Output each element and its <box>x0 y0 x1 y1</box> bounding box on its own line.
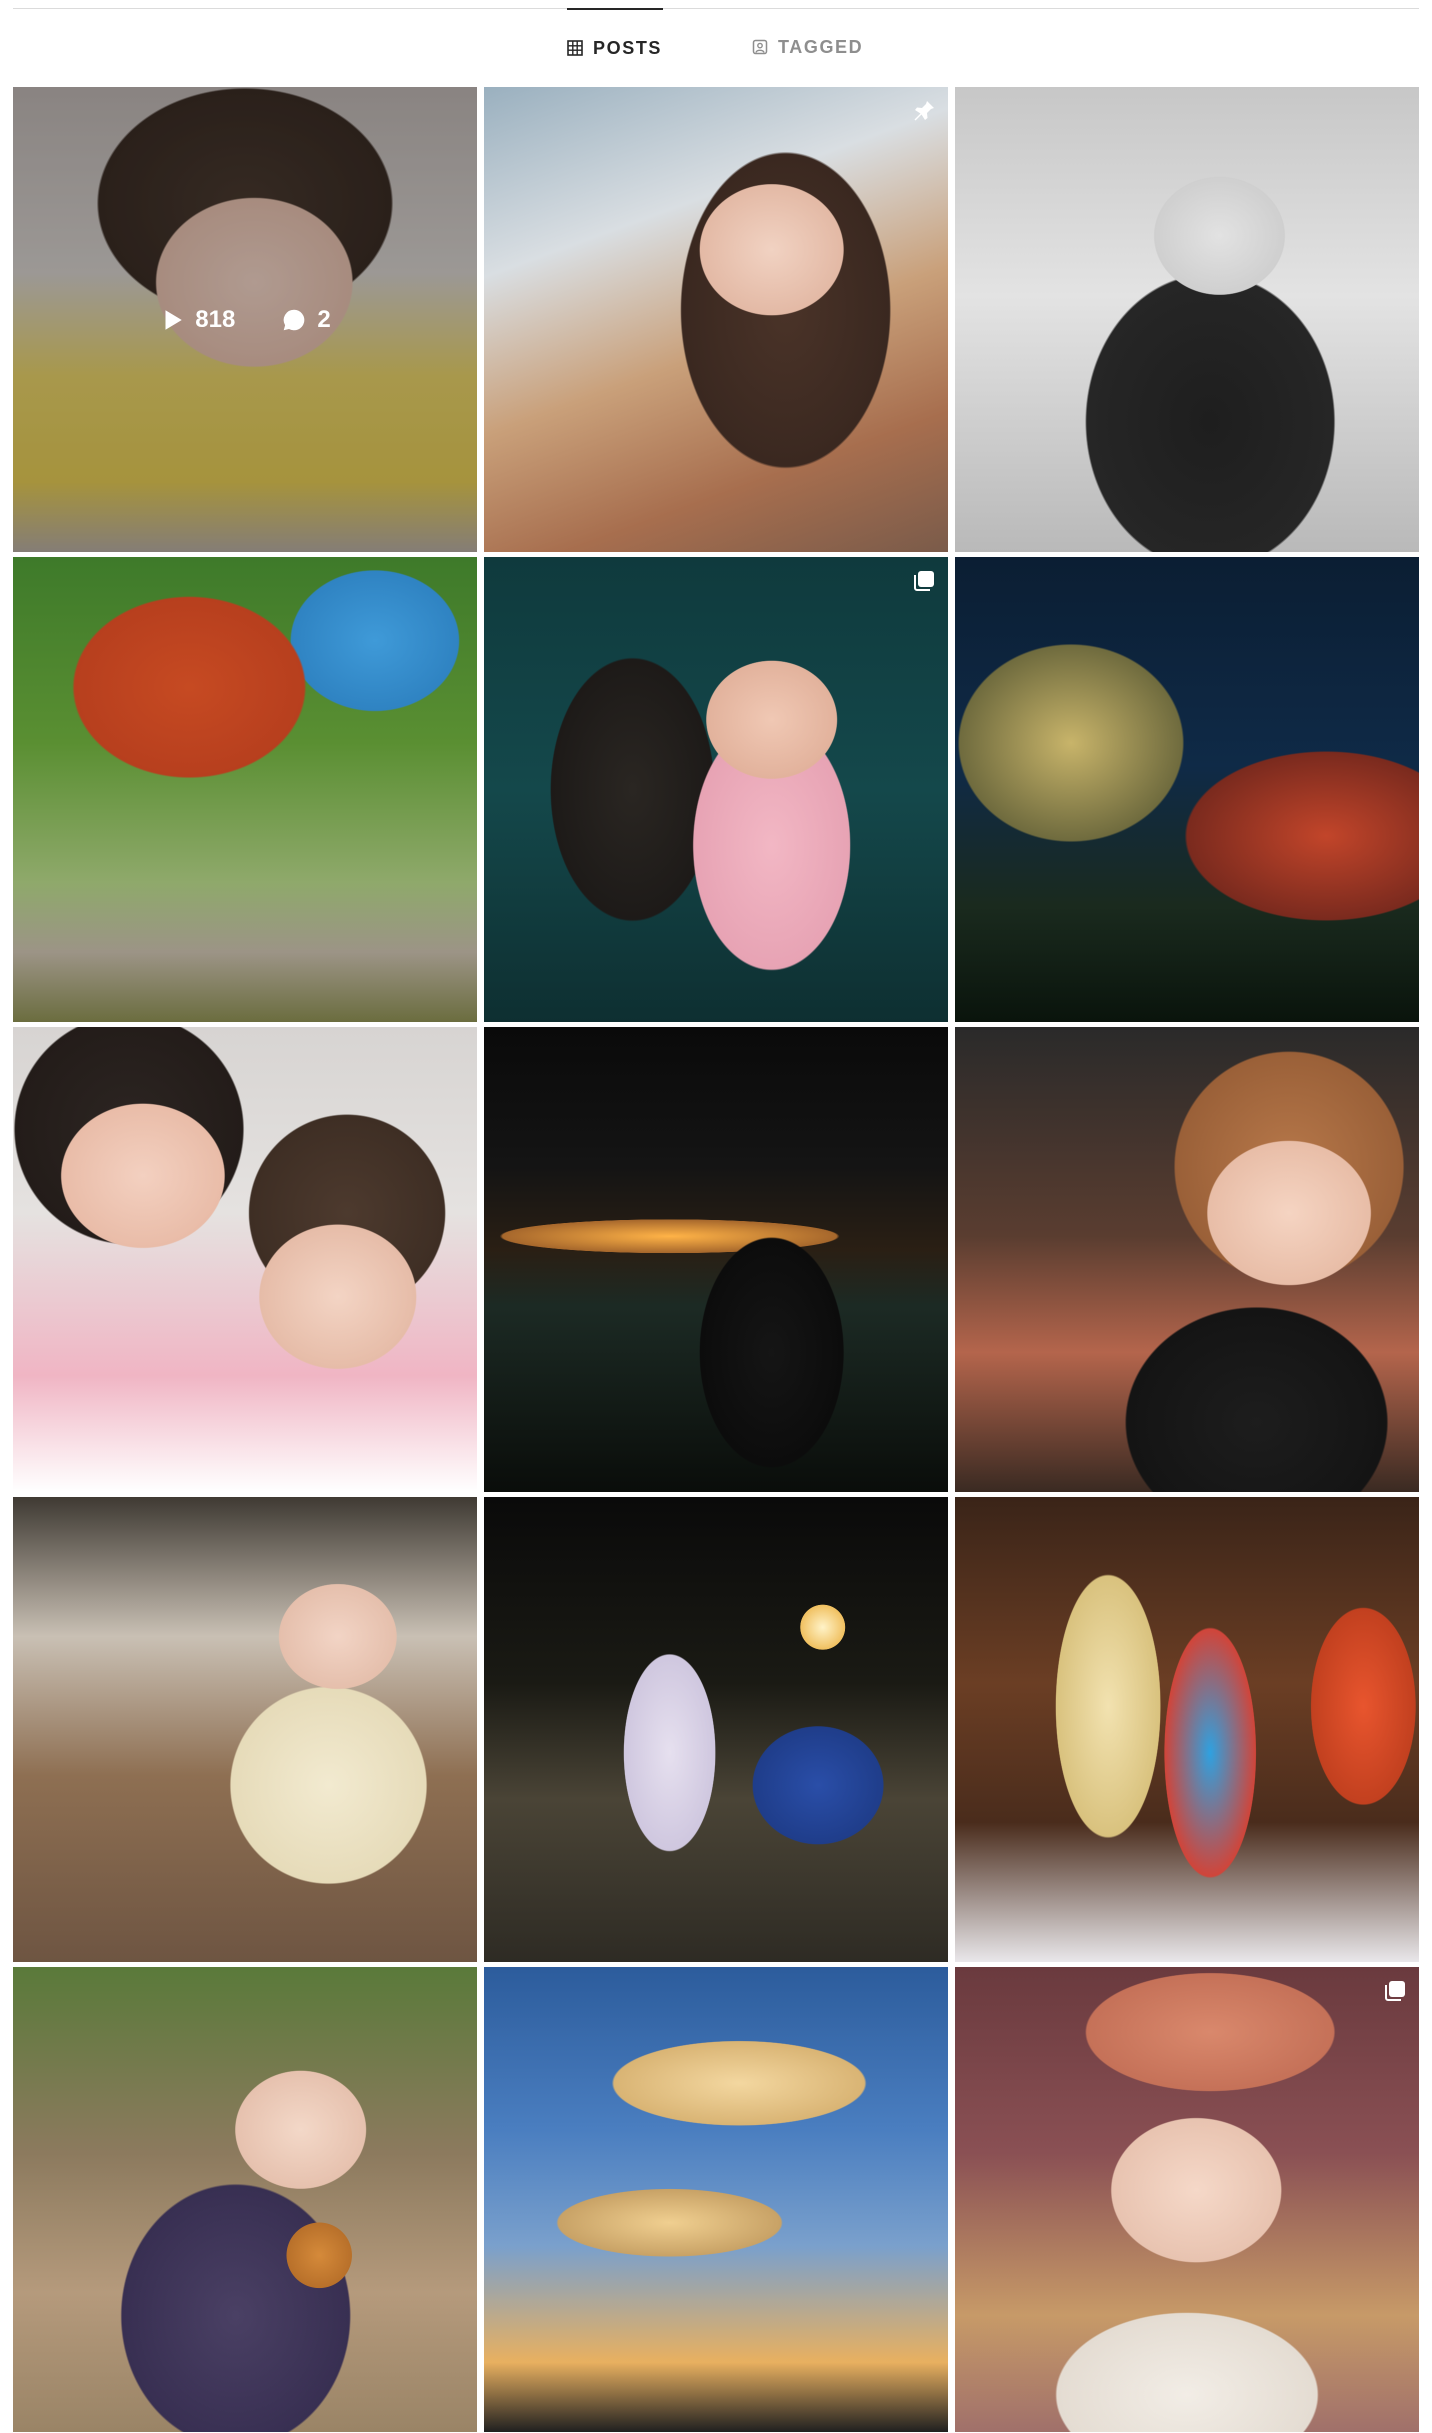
post-image <box>13 557 477 1022</box>
profile-tabs: POSTS TAGGED <box>0 8 1432 86</box>
post-image <box>955 1497 1419 1962</box>
post-tile[interactable] <box>955 87 1419 552</box>
comment-icon <box>284 309 305 330</box>
post-tile[interactable] <box>13 557 477 1022</box>
pinned-icon <box>914 101 934 121</box>
post-tile[interactable] <box>484 1027 948 1492</box>
post-tile[interactable] <box>484 1497 948 1962</box>
tab-tagged-label: TAGGED <box>778 36 864 57</box>
post-tile[interactable] <box>955 1027 1419 1492</box>
post-image <box>484 1027 948 1492</box>
post-tile[interactable] <box>955 1967 1419 2432</box>
post-tile[interactable] <box>13 1967 477 2432</box>
tab-tagged[interactable]: TAGGED <box>752 8 864 86</box>
tab-posts-label: POSTS <box>593 37 663 58</box>
plays-value: 818 <box>195 305 236 333</box>
post-image <box>484 1967 948 2432</box>
post-image <box>13 1967 477 2432</box>
post-image <box>955 87 1419 552</box>
post-image <box>955 1027 1419 1492</box>
post-image <box>13 1027 477 1492</box>
play-icon <box>165 309 183 330</box>
post-image <box>13 1497 477 1962</box>
comments-count: 2 <box>281 305 331 334</box>
post-image <box>484 1497 948 1962</box>
post-tile[interactable] <box>13 1497 477 1962</box>
post-tile[interactable] <box>13 1027 477 1492</box>
tagged-user-icon <box>752 39 768 55</box>
tab-posts[interactable]: POSTS <box>567 8 663 86</box>
carousel-icon <box>914 571 934 591</box>
post-image <box>955 557 1419 1022</box>
post-image <box>955 1967 1419 2432</box>
post-tile[interactable] <box>955 557 1419 1022</box>
post-image <box>484 87 948 552</box>
post-tile[interactable]: 818 2 <box>13 87 477 552</box>
posts-grid: 818 2 <box>13 87 1419 2433</box>
comments-value: 2 <box>317 305 331 333</box>
carousel-icon <box>1385 1981 1405 2001</box>
post-hover-overlay: 818 2 <box>13 87 477 552</box>
plays-count: 818 <box>159 306 235 334</box>
post-image <box>484 557 948 1022</box>
post-tile[interactable] <box>484 87 948 552</box>
grid-icon <box>567 40 583 56</box>
post-tile[interactable] <box>484 1967 948 2432</box>
post-tile[interactable] <box>484 557 948 1022</box>
post-tile[interactable] <box>955 1497 1419 1962</box>
